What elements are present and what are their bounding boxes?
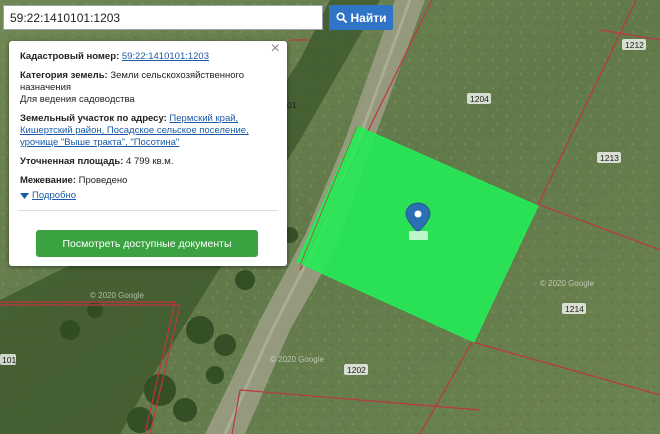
search-input[interactable]: 59:22:1410101:1203 <box>3 5 323 30</box>
address-row: Земельный участок по адресу: Пермский кр… <box>20 113 276 149</box>
imagery-watermark: © 2020 Google <box>540 279 594 288</box>
survey-value: Проведено <box>78 175 128 186</box>
area-value: 4 799 кв.м. <box>126 156 174 167</box>
area-row: Уточненная площадь: 4 799 кв.м. <box>20 156 276 168</box>
plot-label-01: 01 <box>287 100 297 110</box>
plot-label-1213: 1213 <box>597 152 621 163</box>
plot-label-1214: 1214 <box>562 303 586 314</box>
svg-text:1214: 1214 <box>565 304 584 314</box>
triangle-down-icon <box>20 193 29 199</box>
plot-label-1202: 1202 <box>344 364 368 375</box>
plot-label-1204: 1204 <box>467 93 491 104</box>
popup-divider <box>18 210 278 211</box>
imagery-watermark: © 2020 Google <box>90 291 144 300</box>
plot-label-1212: 1212 <box>622 39 646 50</box>
search-button[interactable]: Найти <box>329 5 393 30</box>
survey-row: Межевание: Проведено <box>20 175 276 187</box>
area-label: Уточненная площадь: <box>20 156 124 167</box>
address-label: Земельный участок по адресу: <box>20 113 167 124</box>
cadastral-number-link[interactable]: 59:22:1410101:1203 <box>122 51 209 62</box>
pin-label-bg <box>409 231 428 240</box>
details-label: Подробно <box>32 190 76 201</box>
search-icon <box>335 12 347 23</box>
plot-info-popup: × Кадастровый номер: 59:22:1410101:1203 … <box>9 41 287 266</box>
svg-text:1212: 1212 <box>625 40 644 50</box>
land-category-row: Категория земель: Земли сельскохозяйстве… <box>20 70 276 106</box>
usage-value: Для ведения садоводства <box>20 94 135 105</box>
svg-text:1213: 1213 <box>600 153 619 163</box>
view-documents-button[interactable]: Посмотреть доступные документы <box>36 230 258 257</box>
details-toggle[interactable]: Подробно <box>20 190 276 202</box>
svg-text:101: 101 <box>2 355 16 365</box>
svg-text:01: 01 <box>287 100 297 110</box>
category-label: Категория земель: <box>20 70 108 81</box>
survey-label: Межевание: <box>20 175 76 186</box>
svg-text:1204: 1204 <box>470 94 489 104</box>
svg-text:1202: 1202 <box>347 365 366 375</box>
plot-label-101: 101 <box>0 354 16 365</box>
cadastral-label: Кадастровый номер: <box>20 51 120 62</box>
imagery-watermark: © 2020 Google <box>270 355 324 364</box>
search-button-label: Найти <box>350 10 387 25</box>
close-icon[interactable]: × <box>271 41 280 57</box>
cadastral-number-row: Кадастровый номер: 59:22:1410101:1203 <box>20 51 276 63</box>
